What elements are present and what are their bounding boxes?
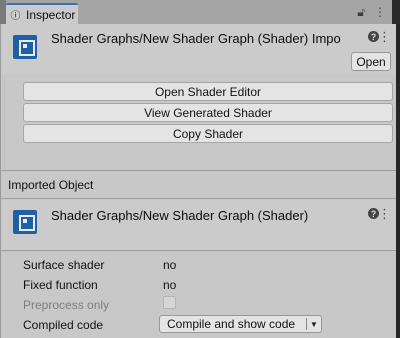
object-title: Shader Graphs/New Shader Graph (Shader) xyxy=(51,208,309,223)
compiled-code-label: Compiled code xyxy=(23,318,104,332)
kebab-menu-icon[interactable]: ⋮ xyxy=(378,206,391,222)
importer-header: Shader Graphs/New Shader Graph (Shader) … xyxy=(1,24,397,74)
window-edge xyxy=(396,24,400,338)
kebab-menu-icon[interactable]: ⋮ xyxy=(378,29,391,45)
tab-bar: ⓘ Inspector 🔓︎ ⋮ xyxy=(0,0,400,24)
surface-shader-value: no xyxy=(163,258,177,272)
copy-shader-button[interactable]: Copy Shader xyxy=(23,124,393,143)
fixed-function-label: Fixed function xyxy=(23,278,98,292)
tab-inspector[interactable]: ⓘ Inspector xyxy=(6,3,78,24)
lock-icon[interactable]: 🔓︎ xyxy=(357,5,365,20)
inspector-icon: ⓘ xyxy=(10,11,21,22)
imported-object-header: Shader Graphs/New Shader Graph (Shader) … xyxy=(1,200,397,250)
shader-actions: Open Shader Editor View Generated Shader… xyxy=(4,76,397,171)
shader-asset-icon xyxy=(13,210,37,234)
importer-title: Shader Graphs/New Shader Graph (Shader) … xyxy=(51,31,341,46)
surface-shader-label: Surface shader xyxy=(23,258,105,272)
compiled-code-dropdown[interactable]: Compile and show code ▼ xyxy=(159,315,322,333)
dropdown-arrow-icon[interactable]: ▼ xyxy=(307,320,321,329)
imported-object-label: Imported Object xyxy=(8,178,94,192)
open-button[interactable]: Open xyxy=(351,52,391,71)
tab-actions: 🔓︎ ⋮ xyxy=(357,5,386,20)
view-generated-shader-button[interactable]: View Generated Shader xyxy=(23,103,393,122)
divider xyxy=(1,198,397,199)
kebab-menu-icon[interactable]: ⋮ xyxy=(374,5,386,20)
preprocess-only-label: Preprocess only xyxy=(23,298,110,312)
shader-asset-icon xyxy=(13,35,37,59)
dropdown-value: Compile and show code xyxy=(167,317,296,331)
tab-bar-right-edge xyxy=(392,0,400,24)
open-shader-editor-button[interactable]: Open Shader Editor xyxy=(23,82,393,101)
fixed-function-value: no xyxy=(163,278,177,292)
preprocess-only-checkbox[interactable] xyxy=(163,296,176,309)
inspector-panel: Shader Graphs/New Shader Graph (Shader) … xyxy=(0,24,397,338)
divider xyxy=(1,250,397,251)
tab-label: Inspector xyxy=(26,7,76,22)
divider xyxy=(1,170,397,171)
